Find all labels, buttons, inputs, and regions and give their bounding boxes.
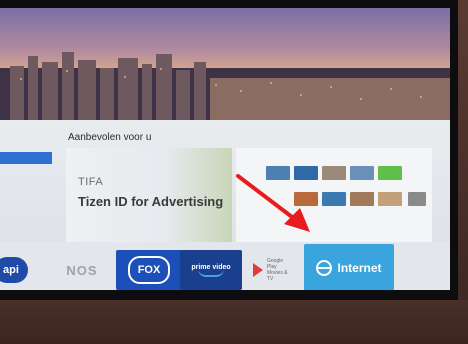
app-prime-video[interactable]: prime video [180,250,242,290]
tv-screen: Aanbevolen voor u TIFA Tizen ID for Adve… [0,8,450,290]
api-logo: api [0,257,28,283]
tv-stand [0,300,468,344]
thumbnail [322,192,346,206]
globe-icon [316,260,333,276]
tifa-card[interactable]: TIFA Tizen ID for Advertising [66,148,232,242]
thumbnail [294,166,318,180]
recommended-panel: Aanbevolen voor u TIFA Tizen ID for Adve… [0,120,450,242]
google-play-label: Google Play Movies & TV [267,258,288,282]
recommended-title: Aanbevolen voor u [68,132,152,143]
thumbnail [294,192,318,206]
app-google-play-movies[interactable]: Google Play Movies & TV [244,250,302,290]
app-fox-sports[interactable]: FOX [116,250,182,290]
fox-logo: FOX [128,256,170,284]
tifa-brand: TIFA [78,176,104,188]
app-nos[interactable]: NOS [58,250,106,290]
thumbnail [378,192,402,206]
prime-smile-icon [198,269,224,277]
video-grid-card[interactable] [236,148,432,242]
app-dock: api NOS FOX prime video Google Play Movi… [0,242,450,290]
app-internet[interactable]: Internet [304,244,394,290]
thumbnail [266,166,290,180]
internet-label: Internet [337,261,382,275]
thumbnail [408,192,426,206]
city-skyline-wallpaper [0,52,450,126]
tifa-headline: Tizen ID for Advertising [78,194,224,209]
photo-of-tv: Aanbevolen voor u TIFA Tizen ID for Adve… [0,0,468,344]
thumbnail [322,166,346,180]
previous-card-edge[interactable] [0,152,52,164]
thumbnail [350,166,374,180]
thumbnail [350,192,374,206]
thumbnail [378,166,402,180]
play-icon [253,263,263,277]
tv-bezel: Aanbevolen voor u TIFA Tizen ID for Adve… [0,0,458,300]
app-api[interactable]: api [0,250,34,290]
